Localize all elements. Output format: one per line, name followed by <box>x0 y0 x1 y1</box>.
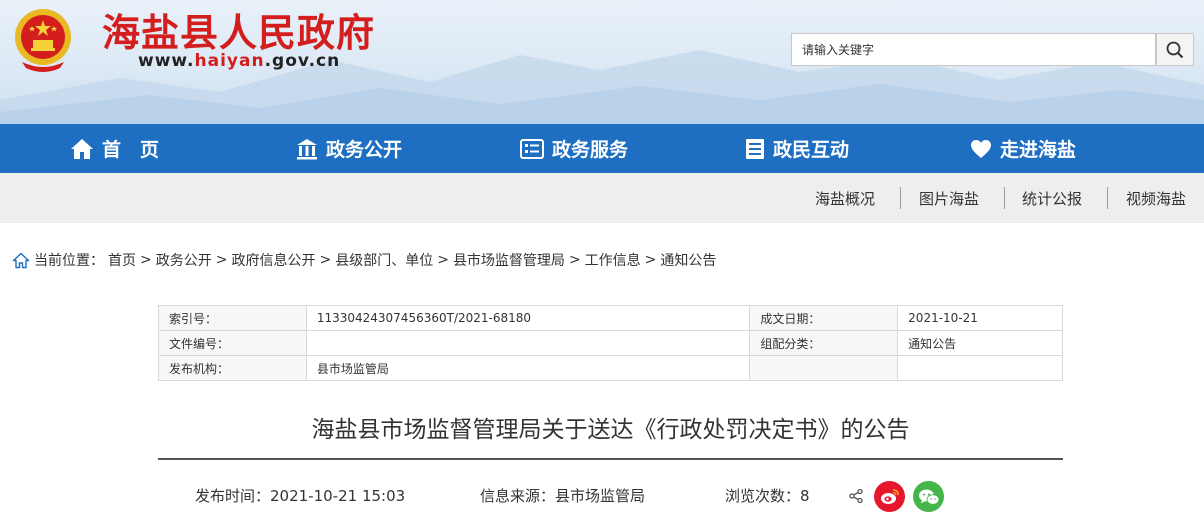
subnav-link-photos[interactable]: 图片海盐 <box>919 173 979 223</box>
index-number-value: 11330424307456360T/2021-68180 <box>305 305 751 331</box>
breadcrumb-separator: > <box>568 252 581 268</box>
government-building-icon <box>297 138 317 159</box>
breadcrumb-separator: > <box>215 252 228 268</box>
share-wechat-button[interactable] <box>913 481 944 512</box>
search-icon <box>1166 41 1184 58</box>
site-title: 海盐县人民政府 <box>102 10 376 55</box>
nav-item-label: 首 页 <box>102 139 160 161</box>
empty-cell <box>897 355 1063 381</box>
national-emblem-icon <box>15 9 71 72</box>
home-icon <box>71 138 93 159</box>
category-value: 通知公告 <box>897 330 1063 356</box>
publisher-value: 县市场监管局 <box>305 355 751 381</box>
nav-item-label: 政民互动 <box>773 139 850 161</box>
heart-icon <box>971 139 991 158</box>
site-url-suffix: .gov.cn <box>264 51 341 71</box>
site-url: www.haiyan.gov.cn <box>138 51 340 71</box>
view-count: 浏览次数：8 <box>725 487 810 505</box>
breadcrumb-separator: > <box>319 252 332 268</box>
creation-date-value: 2021-10-21 <box>897 305 1063 331</box>
nav-item-interaction[interactable]: 政民互动 <box>745 124 849 173</box>
site-url-prefix: www. <box>138 51 195 71</box>
category-label: 组配分类： <box>749 330 899 356</box>
breadcrumb-item[interactable]: 政府信息公开 <box>231 250 315 270</box>
article-title: 海盐县市场监督管理局关于送达《行政处罚决定书》的公告 <box>311 417 910 443</box>
info-source: 信息来源：县市场监管局 <box>480 487 646 505</box>
table-row: 文件编号： 组配分类： 通知公告 <box>158 330 1063 356</box>
breadcrumb-separator: > <box>644 252 657 268</box>
table-row: 索引号： 11330424307456360T/2021-68180 成文日期：… <box>158 305 1063 331</box>
document-number-value <box>305 330 751 356</box>
wechat-icon <box>918 489 939 505</box>
search-button[interactable] <box>1156 33 1194 66</box>
document-info-table: 索引号： 11330424307456360T/2021-68180 成文日期：… <box>158 305 1063 381</box>
subnav-link-videos[interactable]: 视频海盐 <box>1126 173 1186 223</box>
search-input[interactable] <box>791 33 1156 66</box>
index-number-label: 索引号： <box>158 305 307 331</box>
breadcrumb-separator: > <box>437 252 449 268</box>
empty-cell <box>749 355 899 381</box>
nav-item-home[interactable]: 首 页 <box>70 124 159 173</box>
nav-item-about-haiyan[interactable]: 走进海盐 <box>970 124 1076 173</box>
nav-item-label: 走进海盐 <box>1000 139 1077 161</box>
breadcrumb-item[interactable]: 县级部门、单位 <box>335 250 433 270</box>
breadcrumb-label: 当前位置： <box>34 253 104 269</box>
divider <box>1107 187 1108 209</box>
breadcrumb-item[interactable]: 县市场监督管理局 <box>453 250 565 270</box>
nav-item-open-government[interactable]: 政务公开 <box>296 124 402 173</box>
creation-date-label: 成文日期： <box>749 305 899 331</box>
breadcrumb: 当前位置： 首页 > 政务公开 > 政府信息公开 > 县级部门、单位 > 县市场… <box>12 249 716 271</box>
nav-item-label: 政务公开 <box>326 139 403 161</box>
site-header: 海盐县人民政府 www.haiyan.gov.cn <box>0 0 1204 124</box>
share-weibo-button[interactable] <box>874 481 905 512</box>
nav-item-gov-services[interactable]: 政务服务 <box>520 124 628 173</box>
breadcrumb-item[interactable]: 政务公开 <box>156 250 212 270</box>
breadcrumb-item[interactable]: 通知公告 <box>660 250 716 270</box>
title-divider <box>158 458 1063 460</box>
table-row: 发布机构： 县市场监管局 <box>158 355 1063 381</box>
subnav-link-overview[interactable]: 海盐概况 <box>815 173 875 223</box>
document-list-icon <box>746 138 764 159</box>
share-icon[interactable] <box>848 488 864 504</box>
weibo-icon <box>880 489 899 504</box>
subnav-link-statistics[interactable]: 统计公报 <box>1022 173 1082 223</box>
home-outline-icon <box>12 252 30 268</box>
breadcrumb-item[interactable]: 首页 <box>108 250 136 270</box>
document-number-label: 文件编号： <box>158 330 307 356</box>
divider <box>900 187 901 209</box>
nav-item-label: 政务服务 <box>552 139 629 161</box>
breadcrumb-separator: > <box>140 252 152 268</box>
publisher-label: 发布机构： <box>158 355 307 381</box>
sub-nav: 海盐概况 图片海盐 统计公报 视频海盐 <box>0 173 1204 223</box>
divider <box>1004 187 1005 209</box>
publish-time: 发布时间：2021-10-21 15:03 <box>195 487 406 505</box>
main-nav: 首 页 政务公开 政务服务 政民互动 走进海盐 <box>0 124 1204 173</box>
breadcrumb-item[interactable]: 工作信息 <box>585 250 641 270</box>
service-list-icon <box>520 138 544 159</box>
site-url-highlight: haiyan <box>194 51 265 71</box>
